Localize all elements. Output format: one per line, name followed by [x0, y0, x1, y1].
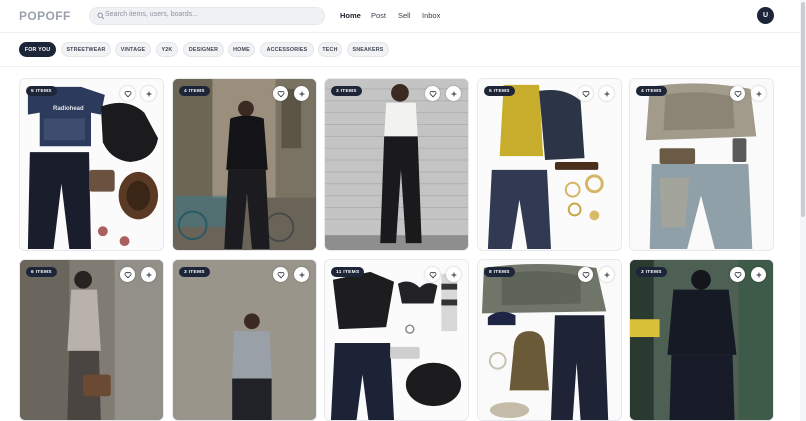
like-button[interactable] [425, 86, 440, 101]
outfit-image [478, 79, 621, 250]
save-button[interactable] [751, 267, 766, 282]
outfit-image [630, 260, 773, 420]
save-button[interactable] [141, 267, 156, 282]
outfit-image [173, 79, 316, 250]
save-button[interactable] [446, 267, 461, 282]
outfit-image [325, 260, 468, 420]
heart-icon [124, 90, 131, 97]
plus-icon [299, 272, 304, 277]
like-button[interactable] [578, 86, 593, 101]
items-count-badge: 6 ITEMS [26, 267, 57, 277]
like-button[interactable] [120, 86, 135, 101]
page-scrollbar[interactable] [800, 0, 806, 421]
like-button[interactable] [425, 267, 440, 282]
outfit-card[interactable]: 4 ITEMS [629, 78, 774, 251]
heart-icon [429, 271, 436, 278]
heart-icon [582, 271, 589, 278]
outfit-card[interactable]: 8 ITEMS [477, 259, 622, 421]
outfit-card[interactable]: 4 ITEMS [172, 78, 317, 251]
items-count-badge: 8 ITEMS [484, 267, 515, 277]
like-button[interactable] [273, 267, 288, 282]
items-count-badge: 5 ITEMS [484, 86, 515, 96]
outfit-image [20, 79, 163, 250]
items-count-badge: 5 ITEMS [26, 86, 57, 96]
outfit-card[interactable]: 5 ITEMS [477, 78, 622, 251]
save-button[interactable] [141, 86, 156, 101]
save-button[interactable] [294, 267, 309, 282]
heart-icon [124, 271, 131, 278]
heart-icon [277, 90, 284, 97]
plus-icon [299, 91, 304, 96]
outfit-image [478, 260, 621, 420]
scrollbar-thumb[interactable] [801, 2, 805, 217]
save-button[interactable] [294, 86, 309, 101]
items-count-badge: 11 ITEMS [331, 267, 365, 277]
items-count-badge: 4 ITEMS [179, 86, 210, 96]
save-button[interactable] [446, 86, 461, 101]
save-button[interactable] [599, 86, 614, 101]
outfit-image [630, 79, 773, 250]
plus-icon [756, 91, 761, 96]
outfit-image [20, 260, 163, 420]
plus-icon [146, 272, 151, 277]
save-button[interactable] [751, 86, 766, 101]
outfit-card[interactable]: 3 ITEMS [629, 259, 774, 421]
plus-icon [604, 272, 609, 277]
heart-icon [734, 90, 741, 97]
heart-icon [277, 271, 284, 278]
outfit-grid: 5 ITEMS Radiohead 4 ITEMS 3 ITEMS 5 ITEM… [0, 0, 800, 421]
heart-icon [429, 90, 436, 97]
plus-icon [146, 91, 151, 96]
plus-icon [756, 272, 761, 277]
outfit-card[interactable]: 5 ITEMS Radiohead [19, 78, 164, 251]
outfit-card[interactable]: 3 ITEMS [172, 259, 317, 421]
like-button[interactable] [120, 267, 135, 282]
outfit-image [173, 260, 316, 420]
heart-icon [582, 90, 589, 97]
plus-icon [604, 91, 609, 96]
items-count-badge: 3 ITEMS [179, 267, 210, 277]
save-button[interactable] [599, 267, 614, 282]
tshirt-text: Radiohead [53, 106, 84, 112]
items-count-badge: 4 ITEMS [636, 86, 667, 96]
outfit-card[interactable]: 6 ITEMS [19, 259, 164, 421]
heart-icon [734, 271, 741, 278]
plus-icon [451, 272, 456, 277]
items-count-badge: 3 ITEMS [331, 86, 362, 96]
like-button[interactable] [273, 86, 288, 101]
like-button[interactable] [730, 267, 745, 282]
like-button[interactable] [578, 267, 593, 282]
like-button[interactable] [730, 86, 745, 101]
plus-icon [451, 91, 456, 96]
outfit-card[interactable]: 3 ITEMS [324, 78, 469, 251]
outfit-image [325, 79, 468, 250]
items-count-badge: 3 ITEMS [636, 267, 667, 277]
outfit-card[interactable]: 11 ITEMS [324, 259, 469, 421]
